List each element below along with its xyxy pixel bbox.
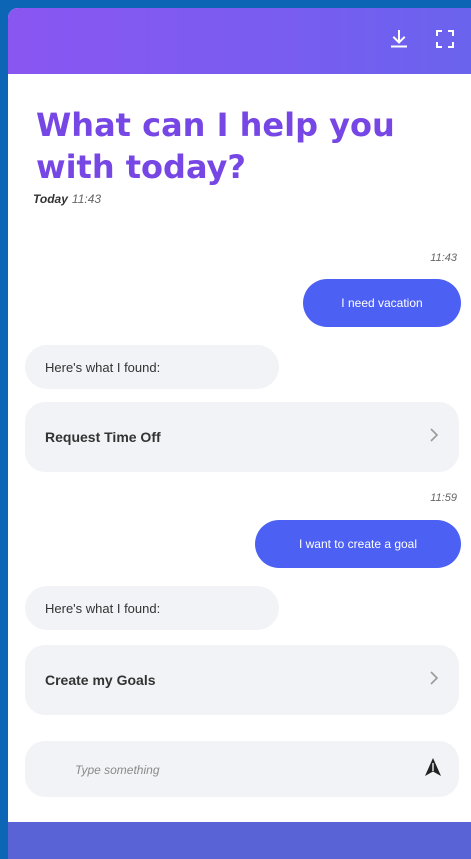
fullscreen-icon <box>435 29 455 54</box>
bot-message: Here's what I found: <box>25 586 279 630</box>
user-message: I need vacation <box>303 279 461 327</box>
chat-window: What can I help you with today? Today 11:… <box>8 8 471 859</box>
message-timestamp: 11:59 <box>430 492 457 504</box>
result-card-create-my-goals[interactable]: Create my Goals <box>25 645 459 715</box>
chevron-right-icon <box>429 670 439 690</box>
bot-message: Here's what I found: <box>25 345 279 389</box>
chevron-right-icon <box>429 427 439 447</box>
message-composer <box>25 741 459 797</box>
message-timestamp: 11:43 <box>430 252 457 264</box>
download-icon <box>390 29 408 54</box>
fullscreen-button[interactable] <box>432 28 458 54</box>
message-input[interactable] <box>73 757 377 783</box>
card-label: Create my Goals <box>45 672 156 688</box>
send-button[interactable] <box>421 757 445 781</box>
welcome-time: 11:43 <box>71 192 102 206</box>
download-button[interactable] <box>386 28 412 54</box>
user-message: I want to create a goal <box>255 520 461 568</box>
card-label: Request Time Off <box>45 429 161 445</box>
send-icon <box>424 757 442 782</box>
footer-bar <box>8 822 471 859</box>
chat-header <box>8 8 471 74</box>
welcome-timestamp: Today 11:43 <box>33 192 471 206</box>
result-card-request-time-off[interactable]: Request Time Off <box>25 402 459 472</box>
welcome-title: What can I help you with today? <box>36 106 395 186</box>
day-label: Today <box>33 192 68 206</box>
